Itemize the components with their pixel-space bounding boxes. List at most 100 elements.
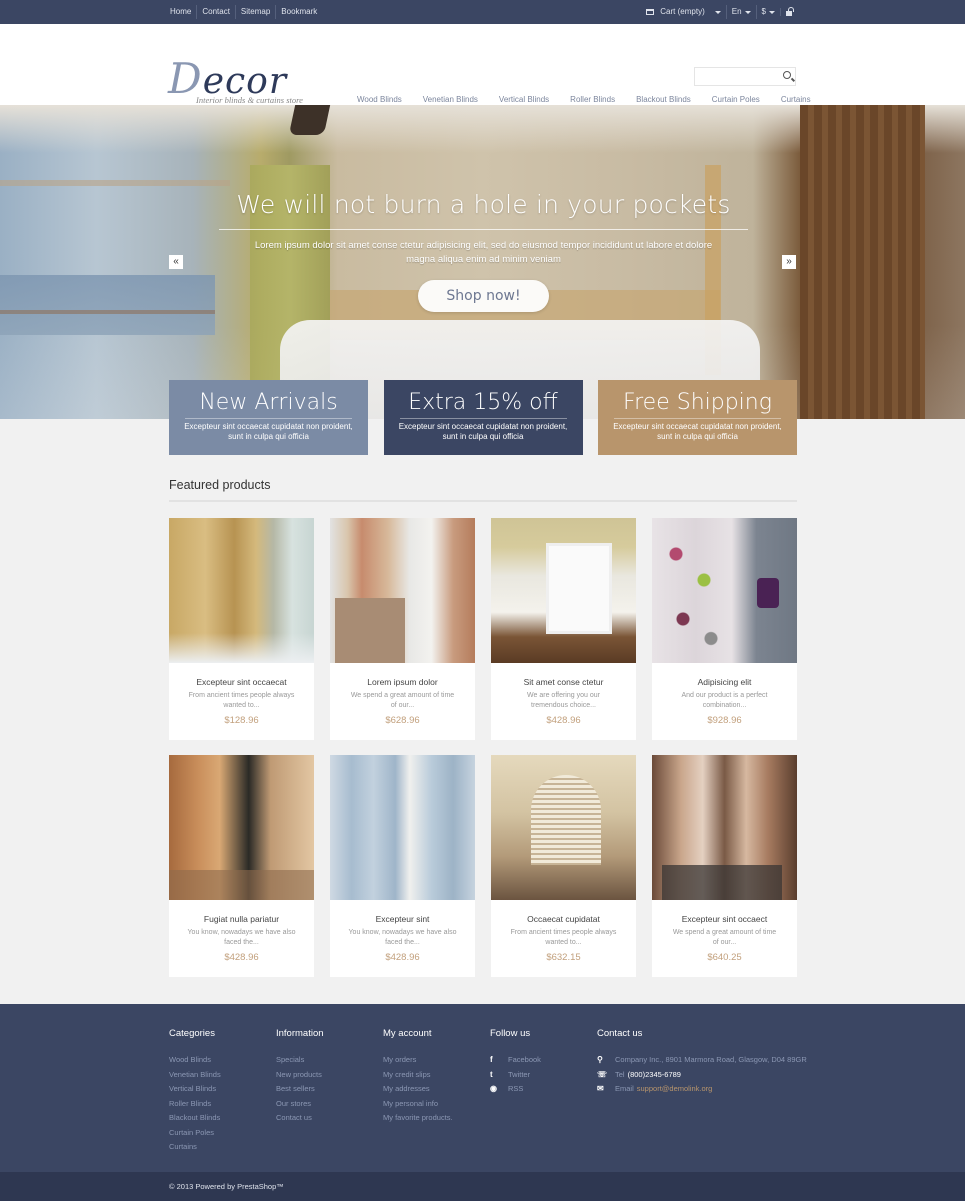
product-image[interactable] xyxy=(330,755,475,900)
nav-vertical-blinds[interactable]: Vertical Blinds xyxy=(499,95,549,104)
product-image[interactable] xyxy=(169,755,314,900)
product-card[interactable]: Fugiat nulla pariatur You know, nowadays… xyxy=(169,755,314,977)
footer-link[interactable]: Venetian Blinds xyxy=(169,1068,276,1083)
footer-link[interactable]: Curtain Poles xyxy=(169,1126,276,1141)
nav-wood-blinds[interactable]: Wood Blinds xyxy=(357,95,402,104)
hero-bg-sea xyxy=(0,275,215,335)
product-description: We spend a great amount of time of our..… xyxy=(350,692,455,709)
hero-caption: We will not burn a hole in your pockets … xyxy=(219,190,748,312)
email-link[interactable]: support@demolink.org xyxy=(637,1082,713,1097)
product-name[interactable]: Fugiat nulla pariatur xyxy=(169,914,314,924)
product-image[interactable] xyxy=(330,518,475,663)
cart-label: Cart xyxy=(660,7,676,16)
top-link-bookmark[interactable]: Bookmark xyxy=(275,5,322,19)
footer-link[interactable]: My credit slips xyxy=(383,1068,490,1083)
top-bar: Home Contact Sitemap Bookmark Cart (empt… xyxy=(0,0,965,24)
search-icon[interactable] xyxy=(783,71,791,79)
product-price: $428.96 xyxy=(224,952,259,963)
product-card[interactable]: Excepteur sint occaect We spend a great … xyxy=(652,755,797,977)
footer-categories: Categories Wood Blinds Venetian Blinds V… xyxy=(169,1028,276,1155)
product-name[interactable]: Adipisicing elit xyxy=(652,677,797,687)
footer-link[interactable]: Contact us xyxy=(276,1111,383,1126)
product-card[interactable]: Sit amet conse ctetur We are offering yo… xyxy=(491,518,636,740)
product-card[interactable]: Occaecat cupidatat From ancient times pe… xyxy=(491,755,636,977)
tel-value: (800)2345-6789 xyxy=(627,1069,681,1079)
featured-products: Featured products Excepteur sint occaeca… xyxy=(169,478,797,977)
currency-value: $ xyxy=(761,7,766,16)
footer-link[interactable]: New products xyxy=(276,1068,383,1083)
social-link-twitter[interactable]: t Twitter xyxy=(490,1068,597,1083)
social-link-rss[interactable]: ◉ RSS xyxy=(490,1082,597,1097)
footer-link[interactable]: Curtains xyxy=(169,1140,276,1155)
product-name[interactable]: Lorem ipsum dolor xyxy=(330,677,475,687)
hero-bg-fan xyxy=(288,105,331,135)
slider-next-button[interactable]: » xyxy=(782,255,796,269)
footer-link[interactable]: My orders xyxy=(383,1053,490,1068)
footer-link[interactable]: Wood Blinds xyxy=(169,1053,276,1068)
currency-dropdown[interactable]: $ xyxy=(755,5,780,19)
language-dropdown[interactable]: En xyxy=(725,5,756,19)
footer-link[interactable]: My personal info xyxy=(383,1097,490,1112)
product-price: $628.96 xyxy=(385,715,420,726)
social-link-facebook[interactable]: f Facebook xyxy=(490,1053,597,1068)
product-description: And our product is a perfect combination… xyxy=(681,692,768,709)
footer-link[interactable]: Our stores xyxy=(276,1097,383,1112)
promo-text: Excepteur sint occaecat cupidatat non pr… xyxy=(613,422,782,441)
product-image[interactable] xyxy=(491,755,636,900)
footer-link[interactable]: Blackout Blinds xyxy=(169,1111,276,1126)
hero-bg-window xyxy=(0,180,230,186)
product-image[interactable] xyxy=(491,518,636,663)
hero-divider xyxy=(219,229,748,230)
footer-link[interactable]: Vertical Blinds xyxy=(169,1082,276,1097)
chevron-left-icon: « xyxy=(173,256,179,267)
cart-dropdown[interactable]: Cart (empty) xyxy=(641,5,725,19)
rss-icon: ◉ xyxy=(490,1084,497,1093)
footer-link[interactable]: My favorite products. xyxy=(383,1111,490,1126)
product-name[interactable]: Occaecat cupidatat xyxy=(491,914,636,924)
product-name[interactable]: Excepteur sint occaecat xyxy=(169,677,314,687)
top-link-contact[interactable]: Contact xyxy=(196,5,235,19)
product-card[interactable]: Lorem ipsum dolor We spend a great amoun… xyxy=(330,518,475,740)
product-name[interactable]: Excepteur sint xyxy=(330,914,475,924)
nav-blackout-blinds[interactable]: Blackout Blinds xyxy=(636,95,691,104)
footer-link[interactable]: Roller Blinds xyxy=(169,1097,276,1112)
nav-curtain-poles[interactable]: Curtain Poles xyxy=(712,95,760,104)
product-card[interactable]: Excepteur sint You know, nowadays we hav… xyxy=(330,755,475,977)
slider-prev-button[interactable]: « xyxy=(169,255,183,269)
cart-icon xyxy=(646,9,655,15)
shop-now-button[interactable]: Shop now! xyxy=(418,280,549,312)
product-name[interactable]: Excepteur sint occaect xyxy=(652,914,797,924)
product-image[interactable] xyxy=(652,755,797,900)
top-link-home[interactable]: Home xyxy=(169,5,196,19)
top-link-sitemap[interactable]: Sitemap xyxy=(234,5,275,19)
promo-new-arrivals[interactable]: New Arrivals Excepteur sint occaecat cup… xyxy=(169,380,368,455)
footer-link[interactable]: My addresses xyxy=(383,1082,490,1097)
search-input[interactable] xyxy=(695,68,775,85)
address-text: Company Inc., 8901 Marmora Road, Glasgow… xyxy=(615,1055,807,1064)
nav-curtains[interactable]: Curtains xyxy=(781,95,811,104)
contact-address: ⚲ Company Inc., 8901 Marmora Road, Glasgo… xyxy=(597,1053,817,1068)
copyright-bar: © 2013 Powered by PrestaShop™ xyxy=(0,1172,965,1201)
product-image[interactable] xyxy=(652,518,797,663)
nav-venetian-blinds[interactable]: Venetian Blinds xyxy=(423,95,478,104)
nav-roller-blinds[interactable]: Roller Blinds xyxy=(570,95,615,104)
product-name[interactable]: Sit amet conse ctetur xyxy=(491,677,636,687)
footer: Categories Wood Blinds Venetian Blinds V… xyxy=(0,1004,965,1172)
chevron-down-icon xyxy=(744,10,751,14)
cart-status: (empty) xyxy=(677,7,705,16)
product-card[interactable]: Excepteur sint occaecat From ancient tim… xyxy=(169,518,314,740)
chevron-down-icon xyxy=(714,10,721,14)
phone-icon: ☏ xyxy=(597,1069,608,1079)
product-price: $928.96 xyxy=(707,715,742,726)
hero-text: Lorem ipsum dolor sit amet conse ctetur … xyxy=(254,240,713,265)
product-image[interactable] xyxy=(169,518,314,663)
footer-link[interactable]: Best sellers xyxy=(276,1082,383,1097)
account-button[interactable] xyxy=(780,7,797,16)
logo[interactable]: Decor Interior blinds & curtains store xyxy=(168,58,303,106)
promo-extra-off[interactable]: Extra 15% off Excepteur sint occaecat cu… xyxy=(383,380,583,455)
logo-tagline: Interior blinds & curtains store xyxy=(196,95,303,105)
product-card[interactable]: Adipisicing elit And our product is a pe… xyxy=(652,518,797,740)
footer-link[interactable]: Specials xyxy=(276,1053,383,1068)
promo-free-shipping[interactable]: Free Shipping Excepteur sint occaecat cu… xyxy=(598,380,797,455)
product-price: $640.25 xyxy=(707,952,742,963)
